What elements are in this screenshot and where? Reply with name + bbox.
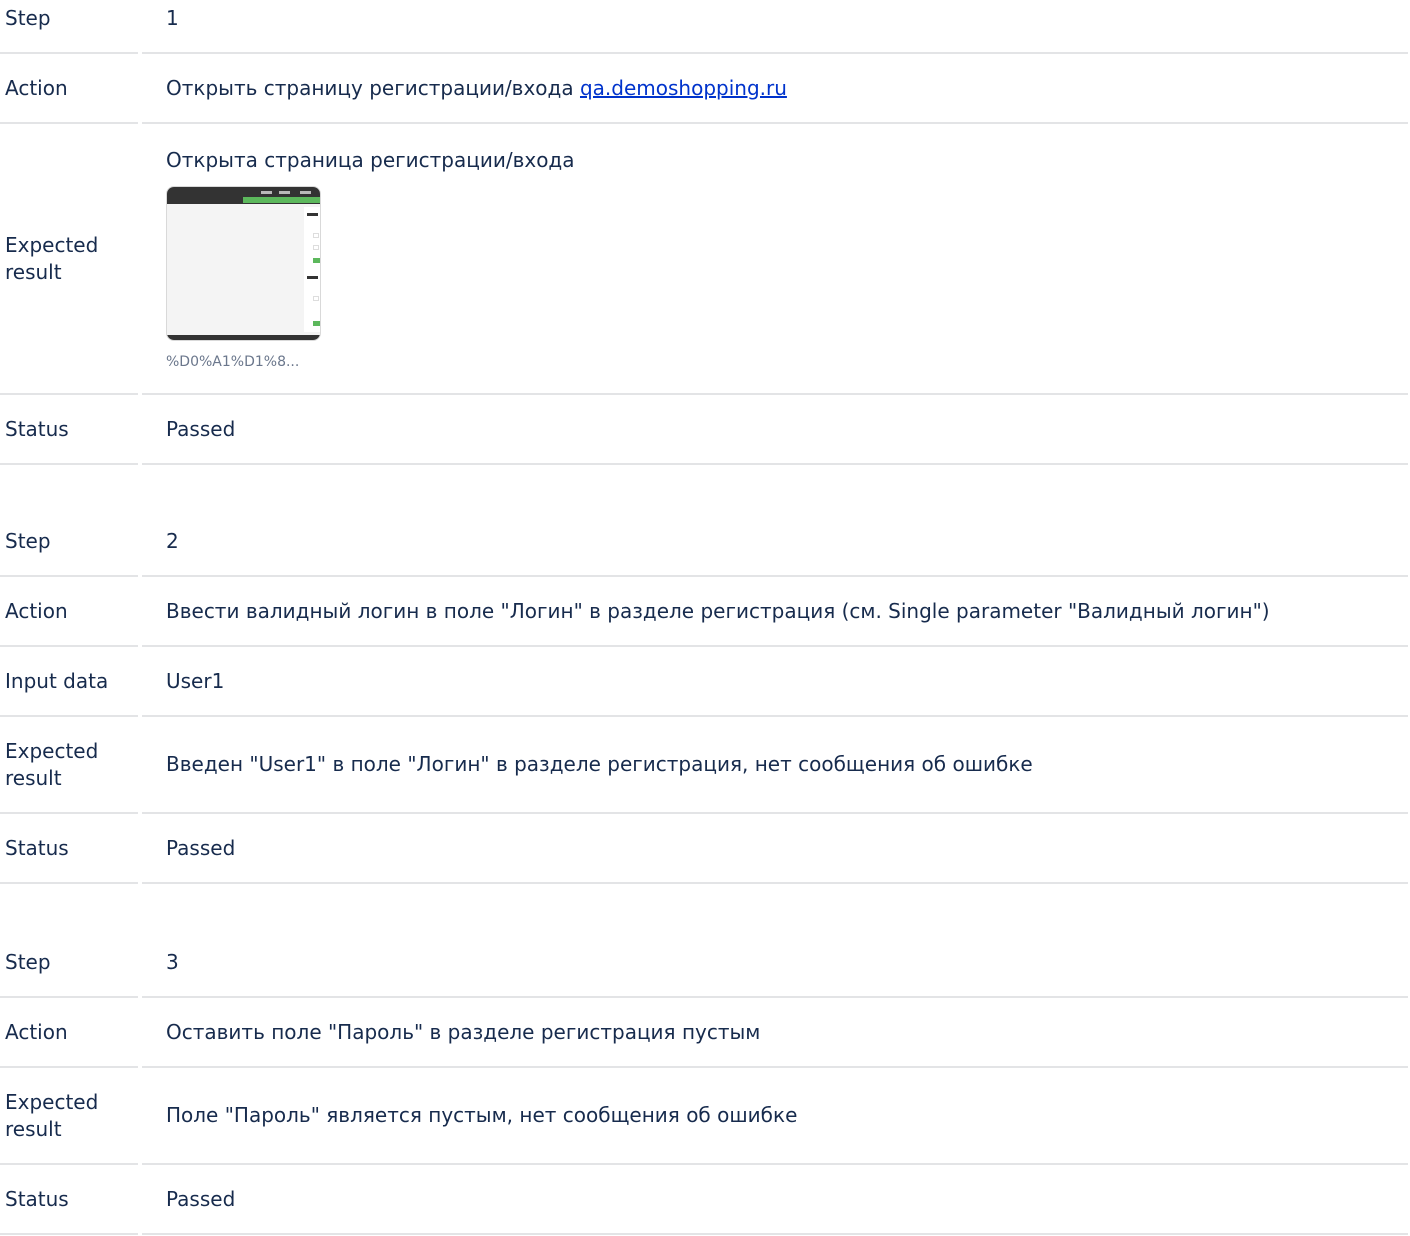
action-label: Action	[0, 54, 138, 124]
expected-result-label: Expected result	[0, 717, 138, 814]
step-row: Step 1	[0, 0, 1408, 54]
step-number: 1	[142, 0, 1408, 54]
status-label: Status	[0, 395, 138, 465]
action-label: Action	[0, 577, 138, 647]
step-row: Step 2	[0, 507, 1408, 577]
step-number: 2	[142, 507, 1408, 577]
expected-result-label: Expected result	[0, 1068, 138, 1165]
status-row: Status Passed	[0, 1165, 1408, 1235]
step-row: Step 3	[0, 928, 1408, 998]
action-value: Открыть страницу регистрации/входа qa.de…	[142, 54, 1408, 124]
status-row: Status Passed	[0, 395, 1408, 465]
step-1-table: Step 1 Action Открыть страницу регистрац…	[0, 0, 1408, 465]
step-label: Step	[0, 0, 138, 54]
action-label: Action	[0, 998, 138, 1068]
action-row: Action Открыть страницу регистрации/вход…	[0, 54, 1408, 124]
expected-result-row: Expected result Поле "Пароль" является п…	[0, 1068, 1408, 1165]
expected-result-row: Expected result Открыта страница регистр…	[0, 124, 1408, 395]
status-value: Passed	[142, 1165, 1408, 1235]
step-label: Step	[0, 928, 138, 998]
status-label: Status	[0, 1165, 138, 1235]
action-value: Ввести валидный логин в поле "Логин" в р…	[142, 577, 1408, 647]
status-value: Passed	[142, 814, 1408, 884]
screenshot-thumbnail[interactable]	[166, 185, 321, 341]
site-link[interactable]: qa.demoshopping.ru	[580, 76, 787, 100]
input-data-label: Input data	[0, 647, 138, 717]
step-3-table: Step 3 Action Оставить поле "Пароль" в р…	[0, 928, 1408, 1235]
status-value: Passed	[142, 395, 1408, 465]
expected-result-text: Открыта страница регистрации/входа	[166, 147, 575, 172]
expected-result-value: Поле "Пароль" является пустым, нет сообщ…	[142, 1068, 1408, 1165]
expected-result-row: Expected result Введен "User1" в поле "Л…	[0, 717, 1408, 814]
step-2-table: Step 2 Action Ввести валидный логин в по…	[0, 507, 1408, 884]
action-text: Открыть страницу регистрации/входа	[166, 75, 580, 100]
input-data-row: Input data User1	[0, 647, 1408, 717]
action-row: Action Оставить поле "Пароль" в разделе …	[0, 998, 1408, 1068]
step-label: Step	[0, 507, 138, 577]
input-data-value: User1	[142, 647, 1408, 717]
attachment-filename[interactable]: %D0%A1%D1%8...	[166, 353, 1408, 371]
action-value: Оставить поле "Пароль" в разделе регистр…	[142, 998, 1408, 1068]
expected-result-value: Открыта страница регистрации/входа %D0%A…	[142, 124, 1408, 395]
action-row: Action Ввести валидный логин в поле "Лог…	[0, 577, 1408, 647]
step-number: 3	[142, 928, 1408, 998]
status-label: Status	[0, 814, 138, 884]
expected-result-label: Expected result	[0, 124, 138, 395]
status-row: Status Passed	[0, 814, 1408, 884]
expected-result-value: Введен "User1" в поле "Логин" в разделе …	[142, 717, 1408, 814]
